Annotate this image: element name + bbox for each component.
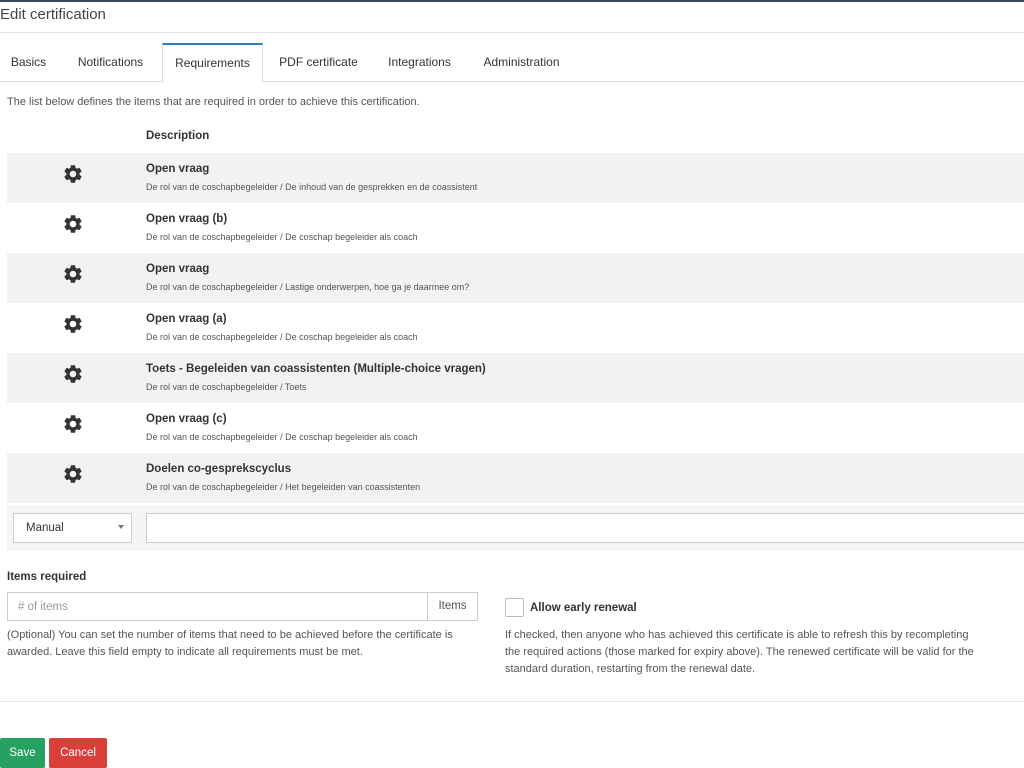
requirement-title: Open vraag (a) [146,313,227,325]
requirement-path: De rol van de coschapbegeleider / Toets [146,382,307,392]
requirement-path: De rol van de coschapbegeleider / De cos… [146,232,418,242]
requirement-path: De rol van de coschapbegeleider / De cos… [146,332,418,342]
requirement-row: Open vraag De rol van de coschapbegeleid… [7,153,1024,203]
requirement-title: Open vraag (c) [146,413,227,425]
requirement-title: Toets - Begeleiden van coassistenten (Mu… [146,363,486,375]
gear-icon[interactable] [62,313,84,335]
requirement-title: Doelen co-gesprekscyclus [146,463,292,475]
requirement-type-value: Manual [26,522,64,534]
footer-divider [0,701,1024,702]
gear-icon[interactable] [62,263,84,285]
requirement-type-select[interactable]: Manual [13,513,132,543]
requirement-title: Open vraag (b) [146,213,228,225]
requirement-path: De rol van de coschapbegeleider / De cos… [146,432,418,442]
description-column-header: Description [146,130,210,142]
requirement-title: Open vraag [146,163,210,175]
cancel-button[interactable]: Cancel [49,738,107,768]
allow-early-renewal-label[interactable]: Allow early renewal [530,602,637,614]
requirements-intro: The list below defines the items that ar… [7,96,420,108]
items-required-label: Items required [7,571,87,583]
requirement-row: Open vraag De rol van de coschapbegeleid… [7,253,1024,303]
requirement-search-input[interactable] [146,513,1024,543]
gear-icon[interactable] [62,163,84,185]
gear-icon[interactable] [62,213,84,235]
gear-icon[interactable] [62,413,84,435]
requirement-row: Open vraag (a) De rol van de coschapbege… [7,303,1024,353]
add-requirement-row: Manual [7,505,1024,551]
tab-integrations[interactable]: Integrations [374,43,465,82]
tab-basics[interactable]: Basics [0,43,57,82]
requirement-path: De rol van de coschapbegeleider / Lastig… [146,282,470,292]
requirement-title: Open vraag [146,263,210,275]
requirement-path: De rol van de coschapbegeleider / Het be… [146,482,421,492]
requirement-row: Doelen co-gesprekscyclus De rol van de c… [7,453,1024,503]
tab-notifications[interactable]: Notifications [62,43,159,82]
requirement-row: Toets - Begeleiden van coassistenten (Mu… [7,353,1024,403]
page-header: Edit certification [0,2,1024,33]
items-addon: Items [427,592,478,621]
items-required-input[interactable] [7,592,428,621]
tab-bar: Basics Notifications Requirements PDF ce… [0,43,1024,83]
chevron-down-icon [118,525,124,529]
tab-requirements[interactable]: Requirements [162,43,263,83]
page-title: Edit certification [0,6,106,23]
allow-early-renewal-checkbox[interactable] [505,598,524,617]
requirement-row: Open vraag (c) De rol van de coschapbege… [7,403,1024,453]
requirement-path: De rol van de coschapbegeleider / De inh… [146,182,478,192]
requirement-row: Open vraag (b) De rol van de coschapbege… [7,203,1024,253]
tab-administration[interactable]: Administration [468,43,575,82]
save-button[interactable]: Save [0,738,45,768]
items-required-help: (Optional) You can set the number of ite… [7,629,453,658]
gear-icon[interactable] [62,463,84,485]
allow-early-renewal-help: If checked, then anyone who has achieved… [505,629,974,675]
gear-icon[interactable] [62,363,84,385]
tab-pdf-certificate[interactable]: PDF certificate [266,43,371,82]
